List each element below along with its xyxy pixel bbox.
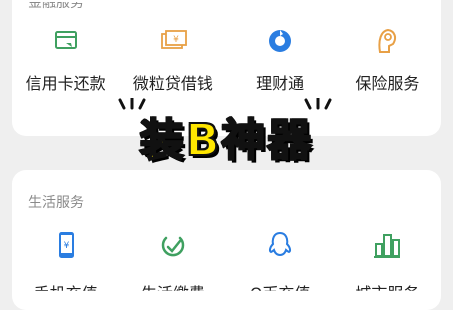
qq-coin-icon: [269, 231, 292, 257]
life-section-title: 生活服务: [28, 195, 84, 211]
finance-section-title: 金融服务: [28, 0, 84, 11]
phone-topup-label: 手机充值: [33, 284, 98, 303]
city-services-item[interactable]: 城市服务: [334, 230, 441, 304]
wealth-label: 理财通: [256, 74, 305, 93]
utility-bill-label: 生活缴费: [140, 284, 205, 303]
life-grid: ¥ 手机充值 生活缴费 Q币充值 城市服务: [12, 230, 441, 304]
life-services-card: 生活服务 ¥ 手机充值 生活缴费 Q币充值 城市服务: [12, 170, 441, 310]
overlay-caption: 装B神器: [139, 114, 314, 167]
wealth-item[interactable]: 理财通: [227, 26, 334, 94]
qq-coin-label: Q币充值: [249, 284, 311, 303]
svg-text:¥: ¥: [173, 35, 179, 45]
city-services-label: 城市服务: [355, 284, 420, 303]
loan-money-item[interactable]: ¥ 微粒贷借钱: [119, 26, 226, 94]
credit-card-repay-label: 信用卡还款: [25, 74, 106, 93]
credit-card-repay-item[interactable]: 信用卡还款: [12, 26, 119, 94]
utility-bill-icon: [161, 236, 185, 257]
loan-money-label: 微粒贷借钱: [132, 74, 213, 93]
svg-text:¥: ¥: [63, 241, 69, 251]
wealth-icon: [269, 30, 292, 52]
insurance-icon: [378, 28, 397, 53]
city-services-icon: [374, 234, 401, 258]
phone-topup-icon: ¥: [58, 232, 74, 258]
credit-card-repay-icon: [54, 31, 77, 49]
insurance-item[interactable]: 保险服务: [334, 26, 441, 94]
utility-bill-item[interactable]: 生活缴费: [119, 230, 226, 304]
insurance-label: 保险服务: [355, 74, 420, 93]
qq-coin-item[interactable]: Q币充值: [227, 230, 334, 304]
phone-topup-item[interactable]: ¥ 手机充值: [12, 230, 119, 304]
finance-grid: 信用卡还款 ¥ 微粒贷借钱 理财通 保险服务: [12, 26, 441, 94]
loan-money-icon: ¥: [160, 30, 187, 49]
